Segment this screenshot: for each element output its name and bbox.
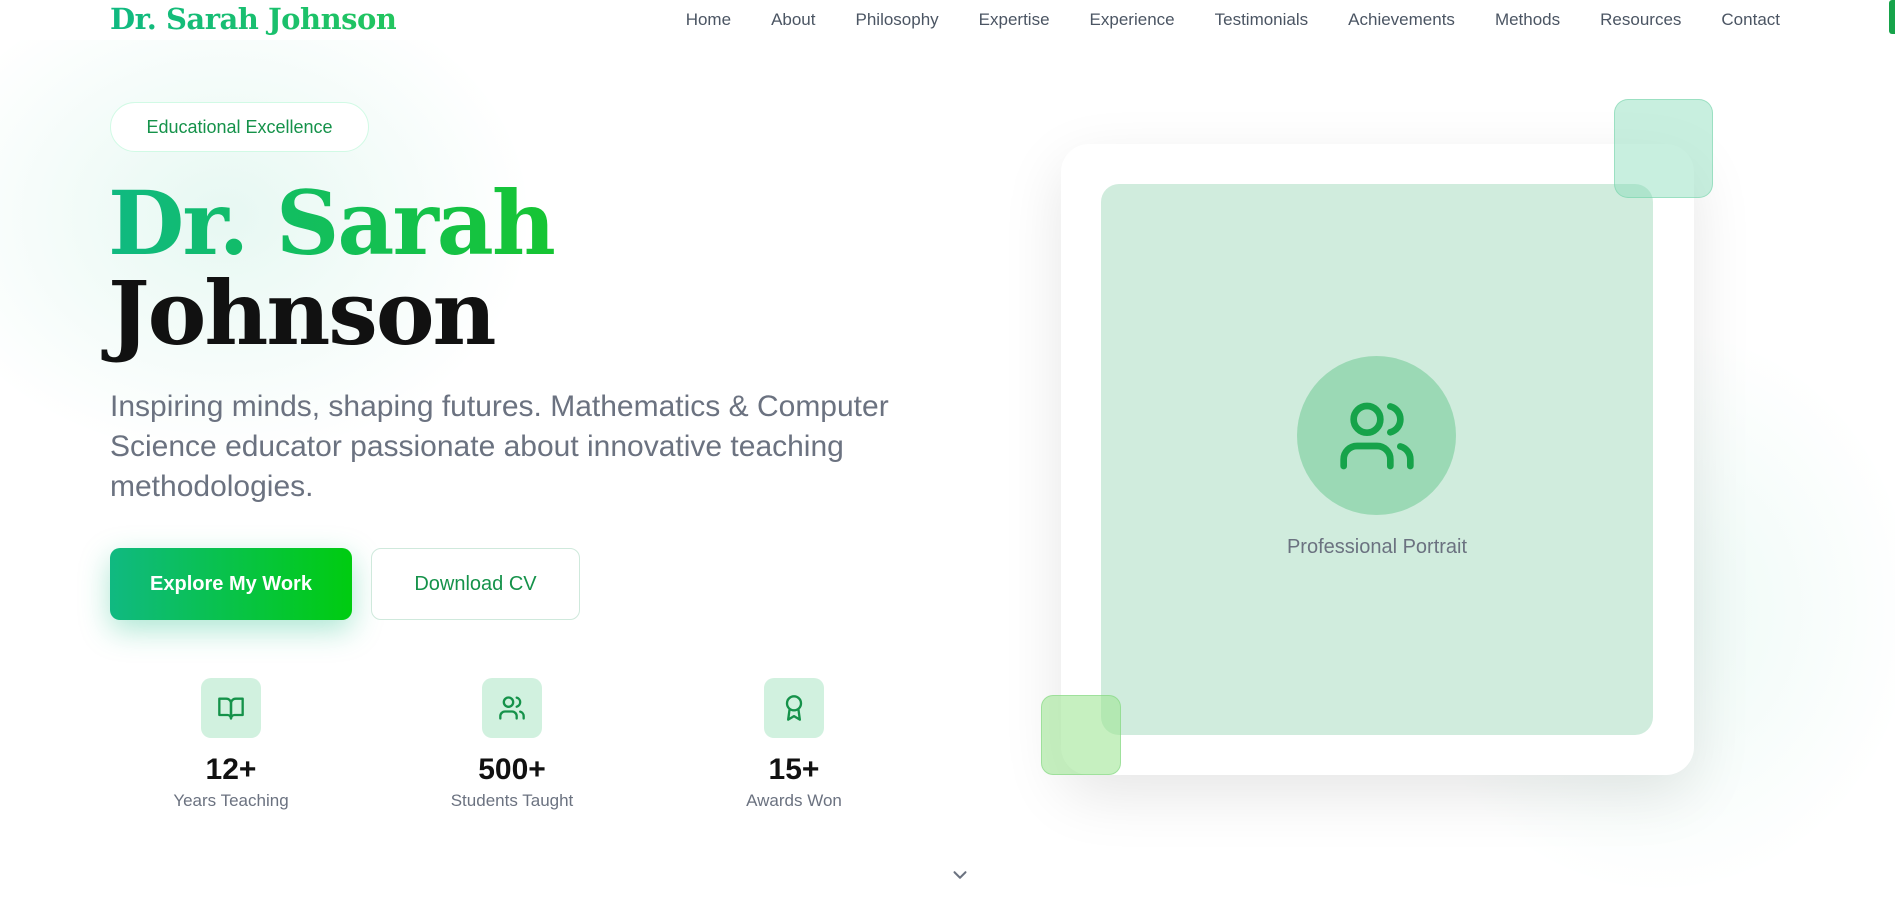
nav-link-resources[interactable]: Resources [1600, 10, 1681, 30]
nav-link-home[interactable]: Home [686, 10, 731, 30]
stat-value: 500+ [478, 753, 546, 786]
top-navigation: Dr. Sarah Johnson Home About Philosophy … [0, 0, 1895, 42]
nav-link-about[interactable]: About [771, 10, 815, 30]
stat-awards-won: 15+ Awards Won [694, 678, 894, 811]
stat-value: 12+ [205, 753, 257, 786]
stat-label: Awards Won [746, 791, 842, 810]
portrait-card: Professional Portrait [1061, 144, 1694, 775]
users-icon [1339, 402, 1414, 469]
hero-title-line2: Johnson [108, 261, 497, 365]
stat-students-taught: 500+ Students Taught [412, 678, 612, 811]
nav-link-contact[interactable]: Contact [1721, 10, 1780, 30]
hero-title-line1: Dr. Sarah [108, 171, 556, 275]
decorative-square-bottom [1041, 695, 1121, 775]
nav-link-experience[interactable]: Experience [1090, 10, 1175, 30]
hero-badge: Educational Excellence [110, 102, 369, 152]
site-logo[interactable]: Dr. Sarah Johnson [110, 2, 397, 36]
users-icon [482, 678, 542, 738]
hero-subtitle: Inspiring minds, shaping futures. Mathem… [110, 390, 889, 503]
nav-link-testimonials[interactable]: Testimonials [1215, 10, 1309, 30]
hero-title: Dr. Sarah Johnson [108, 171, 556, 365]
nav-link-philosophy[interactable]: Philosophy [856, 10, 939, 30]
award-icon [764, 678, 824, 738]
nav-link-methods[interactable]: Methods [1495, 10, 1560, 30]
chevron-down-icon[interactable] [949, 864, 971, 886]
nav-links: Home About Philosophy Expertise Experien… [686, 10, 1780, 30]
stat-value: 15+ [768, 753, 820, 786]
portrait-label: Professional Portrait [1286, 536, 1468, 558]
decorative-square-top [1614, 99, 1713, 198]
stat-years-teaching: 12+ Years Teaching [131, 678, 331, 811]
nav-link-expertise[interactable]: Expertise [979, 10, 1050, 30]
download-cv-button[interactable]: Download CV [371, 548, 580, 620]
stat-label: Students Taught [450, 791, 574, 810]
nav-link-achievements[interactable]: Achievements [1348, 10, 1455, 30]
explore-work-button[interactable]: Explore My Work [110, 548, 352, 620]
stat-label: Years Teaching [173, 791, 289, 810]
book-open-icon [201, 678, 261, 738]
portrait-avatar [1297, 356, 1456, 515]
portrait-placeholder: Professional Portrait [1101, 184, 1653, 735]
